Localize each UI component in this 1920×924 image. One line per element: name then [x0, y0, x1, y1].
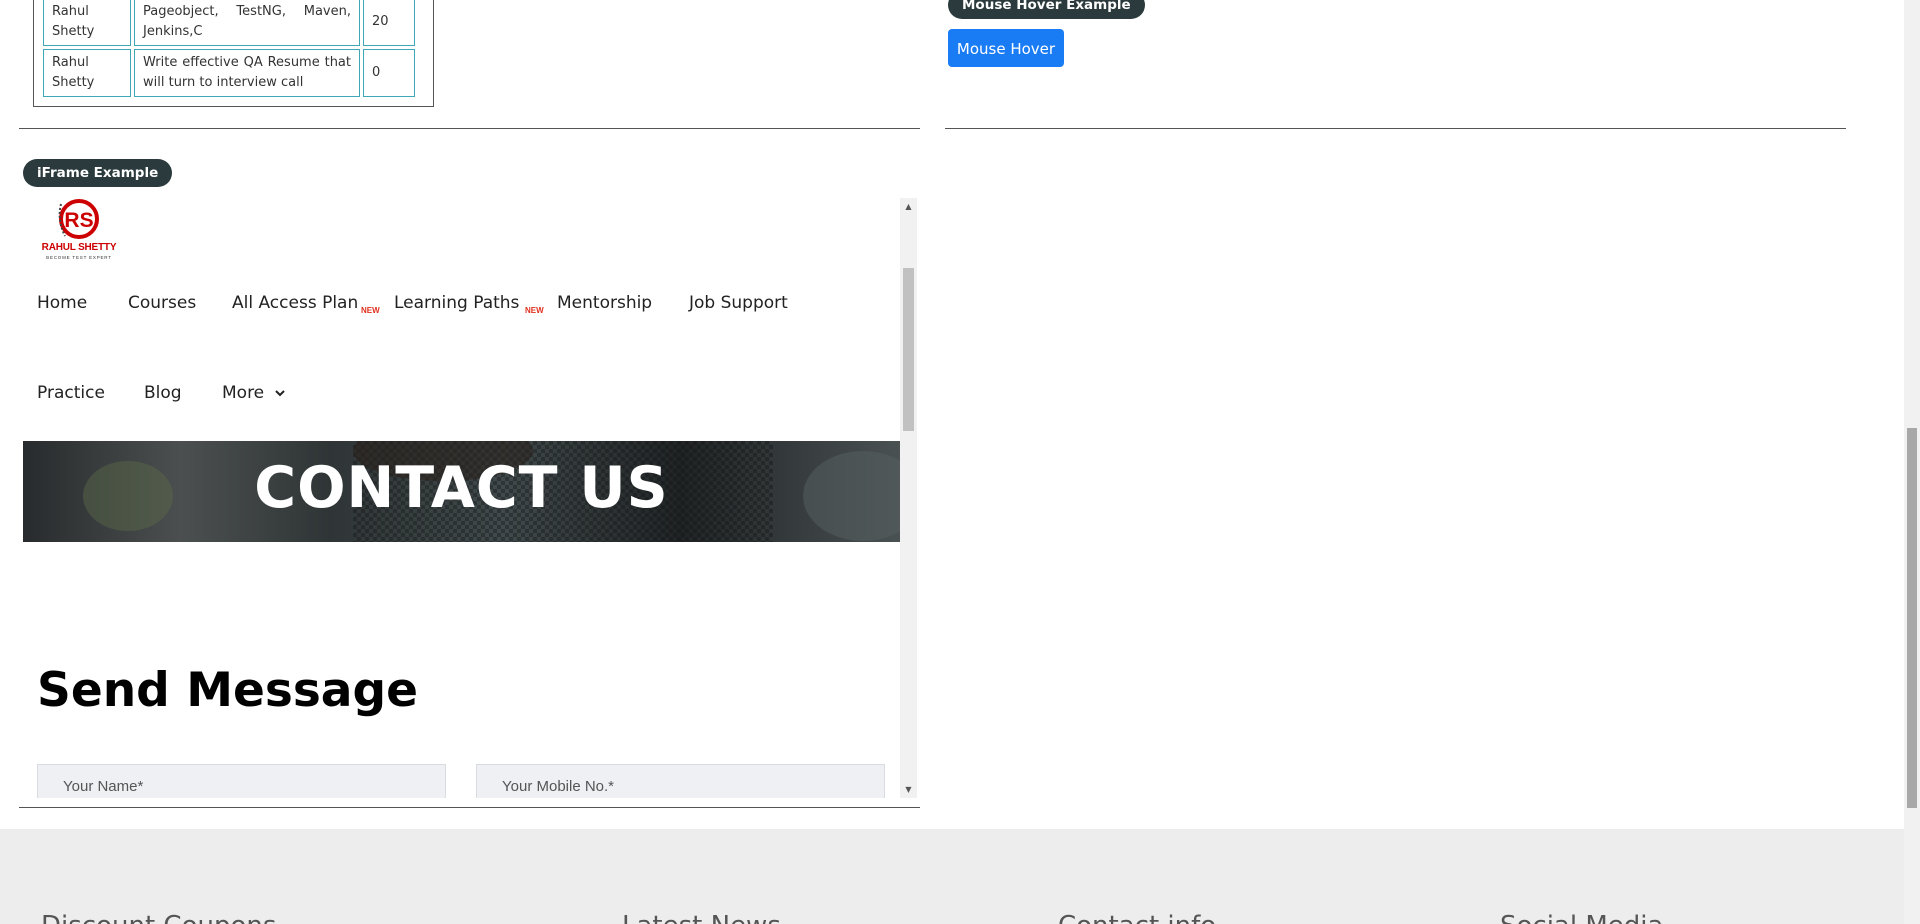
send-message-heading: Send Message: [37, 663, 419, 718]
iframe-content: RS RAHUL SHETTY BECOME TEST EXPERT Home …: [23, 198, 900, 798]
footer-heading-contact: Contact info: [1058, 911, 1216, 924]
nav-job-support[interactable]: Job Support: [689, 293, 788, 313]
iframe-scrollbar[interactable]: ▲ ▼: [900, 198, 917, 798]
divider: [945, 128, 1846, 129]
footer-heading-news: Latest News: [622, 911, 781, 924]
iframe-scrollbar-thumb[interactable]: [903, 268, 914, 431]
nav-mentorship[interactable]: Mentorship: [557, 293, 652, 313]
svg-text:RS: RS: [64, 209, 93, 232]
nav-more[interactable]: More: [222, 383, 286, 403]
arrow-up-icon[interactable]: ▲: [900, 198, 917, 215]
table-cell-course: Pageobject, TestNG, Maven, Jenkins,C: [134, 0, 360, 46]
divider: [19, 807, 920, 808]
new-badge: NEW: [361, 306, 380, 315]
table-cell-course: Write effective QA Resume that will turn…: [134, 49, 360, 97]
divider: [19, 128, 920, 129]
chevron-down-icon: [274, 390, 285, 397]
nav-all-access-plan[interactable]: All Access Plan: [232, 293, 358, 313]
logo-tagline: BECOME TEST EXPERT: [46, 255, 112, 260]
mouse-hover-legend: Mouse Hover Example: [948, 0, 1145, 19]
courses-table: Rahul Shetty Pageobject, TestNG, Maven, …: [40, 0, 418, 100]
mouse-hover-button[interactable]: Mouse Hover: [948, 29, 1064, 67]
arrow-down-icon[interactable]: ▼: [900, 781, 917, 798]
rahul-shetty-logo[interactable]: RS RAHUL SHETTY BECOME TEST EXPERT: [37, 198, 121, 262]
table-cell-instructor: Rahul Shetty: [43, 0, 131, 46]
footer: Discount Coupons Latest News Contact inf…: [0, 829, 1904, 924]
page-scrollbar[interactable]: [1904, 0, 1920, 924]
contact-us-title: CONTACT US: [254, 455, 669, 521]
logo-text: RAHUL SHETTY: [41, 242, 117, 253]
footer-heading-discount: Discount Coupons: [41, 911, 276, 924]
nav-more-label: More: [222, 383, 265, 403]
page-scrollbar-thumb[interactable]: [1907, 428, 1917, 808]
table-cell-price: 0: [363, 49, 415, 97]
nav-learning-paths[interactable]: Learning Paths: [394, 293, 519, 313]
nav-courses[interactable]: Courses: [128, 293, 196, 313]
table-cell-price: 20: [363, 0, 415, 46]
rs-logo-icon: RS: [58, 199, 99, 239]
table-row: Rahul Shetty Pageobject, TestNG, Maven, …: [43, 0, 415, 46]
table-cell-instructor: Rahul Shetty: [43, 49, 131, 97]
nav-home[interactable]: Home: [37, 293, 87, 313]
nav-practice[interactable]: Practice: [37, 383, 105, 403]
nav-blog[interactable]: Blog: [144, 383, 182, 403]
courses-table-container: Rahul Shetty Pageobject, TestNG, Maven, …: [33, 0, 434, 107]
footer-heading-social: Social Media: [1500, 911, 1663, 924]
iframe-frame[interactable]: RS RAHUL SHETTY BECOME TEST EXPERT Home …: [23, 198, 917, 798]
contact-banner: CONTACT US: [23, 441, 900, 542]
table-row: Rahul Shetty Write effective QA Resume t…: [43, 49, 415, 97]
page: Rahul Shetty Pageobject, TestNG, Maven, …: [0, 0, 1904, 924]
iframe-legend: iFrame Example: [23, 159, 173, 187]
mobile-field[interactable]: Your Mobile No.*: [476, 764, 885, 798]
new-badge: NEW: [525, 306, 544, 315]
name-field[interactable]: Your Name*: [37, 764, 446, 798]
